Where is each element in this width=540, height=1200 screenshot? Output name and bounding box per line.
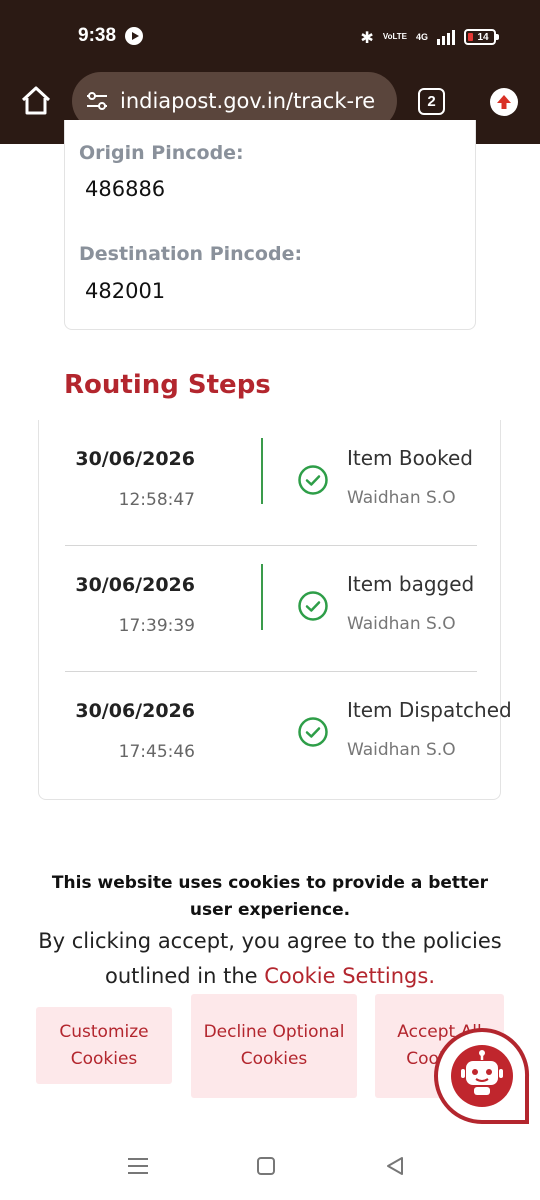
recents-icon[interactable] <box>128 1158 148 1176</box>
cookie-body: By clicking accept, you agree to the pol… <box>30 924 510 994</box>
step-time: 12:58:47 <box>118 490 195 510</box>
step-office: Waidhan S.O <box>347 614 456 634</box>
cookie-settings-link[interactable]: Cookie Settings. <box>264 964 435 988</box>
step-time: 17:45:46 <box>118 742 195 762</box>
step-date: 30/06/2026 <box>75 574 195 596</box>
play-icon <box>125 27 143 45</box>
chatbot-icon[interactable] <box>432 1027 532 1127</box>
step-date: 30/06/2026 <box>75 700 195 722</box>
check-circle-icon <box>297 464 329 496</box>
bluetooth-icon: ✱ <box>360 27 374 47</box>
url-text[interactable]: indiapost.gov.in/track-re <box>120 89 375 113</box>
signal-icon <box>437 29 455 45</box>
status-time: 9:38 <box>78 25 117 46</box>
timeline-line <box>261 438 263 504</box>
destination-pincode-value: 482001 <box>85 279 166 303</box>
home-nav-icon[interactable] <box>257 1157 275 1175</box>
volte-icon: VoLTE <box>382 32 407 41</box>
origin-pincode-value: 486886 <box>85 177 166 201</box>
customize-cookies-button[interactable]: Customize Cookies <box>36 1007 172 1084</box>
step-office: Waidhan S.O <box>347 488 456 508</box>
step-status: Item Dispatched <box>347 698 512 722</box>
check-circle-icon <box>297 590 329 622</box>
battery-level: 14 <box>477 31 489 43</box>
site-settings-icon[interactable] <box>84 88 110 114</box>
decline-cookies-button[interactable]: Decline Optional Cookies <box>191 994 357 1098</box>
step-status: Item bagged <box>347 572 475 596</box>
step-date: 30/06/2026 <box>75 448 195 470</box>
origin-pincode-label: Origin Pincode: <box>79 142 244 164</box>
routing-steps-card: 30/06/2026 12:58:47 Item Booked Waidhan … <box>38 420 512 800</box>
status-icons: ✱ VoLTE 4G 14 <box>360 26 499 48</box>
back-icon[interactable] <box>385 1156 405 1176</box>
pincode-card: Origin Pincode: 486886 Destination Pinco… <box>64 120 476 330</box>
battery-icon: 14 <box>464 29 499 45</box>
step-office: Waidhan S.O <box>347 740 456 760</box>
routing-steps-title: Routing Steps <box>64 370 271 400</box>
routing-step: 30/06/2026 12:58:47 Item Booked Waidhan … <box>65 420 477 546</box>
home-icon[interactable] <box>18 83 54 119</box>
routing-step: 30/06/2026 17:45:46 Item Dispatched Waid… <box>65 672 511 798</box>
step-time: 17:39:39 <box>118 616 195 636</box>
timeline-line <box>261 564 263 630</box>
step-status: Item Booked <box>347 446 473 470</box>
destination-pincode-label: Destination Pincode: <box>79 243 303 265</box>
cookie-heading: This website uses cookies to provide a b… <box>51 873 489 920</box>
check-circle-icon <box>297 716 329 748</box>
network-type: 4G <box>415 32 428 42</box>
routing-step: 30/06/2026 17:39:39 Item bagged Waidhan … <box>65 546 477 672</box>
update-icon[interactable] <box>490 88 518 116</box>
tabs-icon[interactable]: 2 <box>418 88 445 115</box>
system-nav-bar <box>0 1135 540 1200</box>
